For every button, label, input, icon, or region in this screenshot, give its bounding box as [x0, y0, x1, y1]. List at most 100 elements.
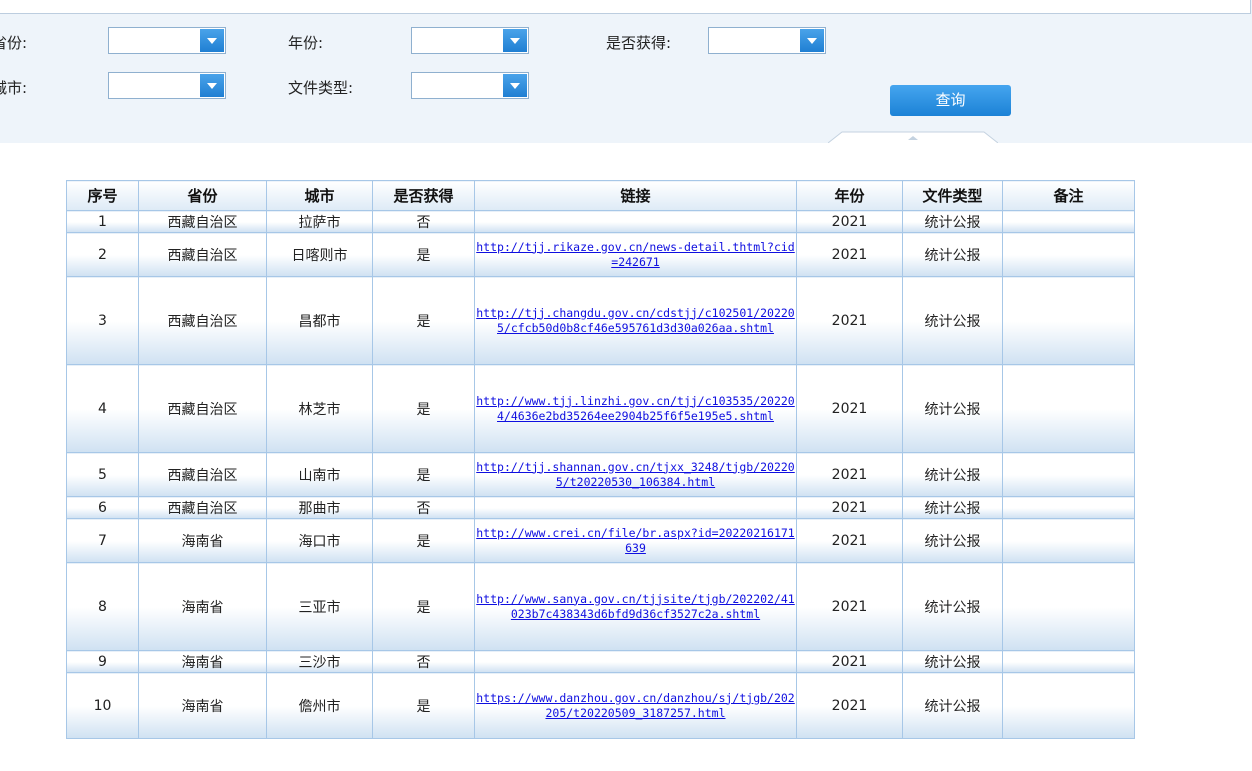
- header-province[interactable]: 省份: [138, 180, 267, 211]
- cell-obtained: 是: [372, 364, 475, 453]
- header-obtained[interactable]: 是否获得: [372, 180, 475, 211]
- cell-year: 2021: [796, 518, 903, 563]
- chevron-down-icon[interactable]: [200, 74, 224, 97]
- cell-obtained: 否: [372, 210, 475, 233]
- cell-link: [474, 210, 797, 233]
- cell-link: https://www.danzhou.gov.cn/danzhou/sj/tj…: [474, 672, 797, 739]
- filter-panel: 省份: 城市: 年份: 文件类型: 是否获得: 查询: [0, 0, 1252, 143]
- cell-note: [1002, 650, 1135, 673]
- cell-obtained: 是: [372, 276, 475, 365]
- query-button[interactable]: 查询: [890, 85, 1011, 116]
- cell-link: [474, 650, 797, 673]
- table-body: 1 西藏自治区 拉萨市否 2021 统计公报 2 西藏自治区 日喀则市是 http://tjj.…: [66, 210, 1135, 739]
- cell-no: 4: [66, 364, 139, 453]
- filetype-select[interactable]: [411, 72, 529, 99]
- obtained-label: 是否获得:: [606, 34, 672, 52]
- source-link[interactable]: http://tjj.shannan.gov.cn/tjxx_3248/tjgb…: [476, 460, 795, 490]
- cell-no: 7: [66, 518, 139, 563]
- chevron-down-icon[interactable]: [503, 74, 527, 97]
- cell-filetype: 统计公报: [902, 650, 1003, 673]
- cell-note: [1002, 496, 1135, 519]
- chevron-down-icon[interactable]: [503, 29, 527, 52]
- cell-province: 海南省: [138, 672, 267, 739]
- source-link[interactable]: https://www.danzhou.gov.cn/danzhou/sj/tj…: [476, 691, 795, 721]
- cell-province: 西藏自治区: [138, 210, 267, 233]
- cell-no: 1: [66, 210, 139, 233]
- cell-link: http://www.sanya.gov.cn/tjjsite/tjgb/202…: [474, 562, 797, 651]
- cell-filetype: 统计公报: [902, 518, 1003, 563]
- cell-province: 西藏自治区: [138, 364, 267, 453]
- cell-year: 2021: [796, 232, 903, 277]
- cell-city: 那曲市: [266, 496, 373, 519]
- cell-obtained: 是: [372, 562, 475, 651]
- table-row: 8 海南省 三亚市是 http://www.sanya.gov.cn/tjjsite/…: [66, 562, 1135, 651]
- cell-year: 2021: [796, 276, 903, 365]
- header-city[interactable]: 城市: [266, 180, 373, 211]
- cell-no: 8: [66, 562, 139, 651]
- cell-year: 2021: [796, 650, 903, 673]
- chevron-down-icon[interactable]: [200, 29, 224, 52]
- table-row: 7 海南省 海口市是 http://www.crei.cn/file/br.aspx?…: [66, 518, 1135, 563]
- cell-obtained: 是: [372, 452, 475, 497]
- table-row: 10 海南省 儋州市是 https://www.danzhou.gov.cn/danz…: [66, 672, 1135, 739]
- header-note[interactable]: 备注: [1002, 180, 1135, 211]
- cell-year: 2021: [796, 364, 903, 453]
- cell-no: 6: [66, 496, 139, 519]
- header-link[interactable]: 链接: [474, 180, 797, 211]
- table-row: 9 海南省 三沙市否 2021 统计公报: [66, 650, 1135, 673]
- cell-no: 10: [66, 672, 139, 739]
- table-row: 4 西藏自治区 林芝市是 http://www.tjj.linzhi.gov.cn/t…: [66, 364, 1135, 453]
- cell-province: 海南省: [138, 650, 267, 673]
- results-table: 序号 省份 城市 是否获得 链接 年份 文件类型 备注 1 西藏自治区 拉萨市否 20…: [66, 180, 1135, 739]
- cell-note: [1002, 562, 1135, 651]
- cell-note: [1002, 276, 1135, 365]
- source-link[interactable]: http://www.sanya.gov.cn/tjjsite/tjgb/202…: [476, 592, 795, 622]
- cell-note: [1002, 672, 1135, 739]
- cell-obtained: 是: [372, 232, 475, 277]
- cell-filetype: 统计公报: [902, 562, 1003, 651]
- cell-filetype: 统计公报: [902, 232, 1003, 277]
- cell-city: 拉萨市: [266, 210, 373, 233]
- header-no[interactable]: 序号: [66, 180, 139, 211]
- cell-note: [1002, 518, 1135, 563]
- cell-no: 3: [66, 276, 139, 365]
- cell-year: 2021: [796, 496, 903, 519]
- table-row: 3 西藏自治区 昌都市是 http://tjj.changdu.gov.cn/cdst…: [66, 276, 1135, 365]
- cell-obtained: 是: [372, 518, 475, 563]
- year-select[interactable]: [411, 27, 529, 54]
- province-select[interactable]: [108, 27, 226, 54]
- top-frame: [0, 0, 1251, 14]
- header-filetype[interactable]: 文件类型: [902, 180, 1003, 211]
- cell-no: 9: [66, 650, 139, 673]
- cell-year: 2021: [796, 210, 903, 233]
- cell-city: 日喀则市: [266, 232, 373, 277]
- cell-province: 西藏自治区: [138, 276, 267, 365]
- source-link[interactable]: http://tjj.rikaze.gov.cn/news-detail.tht…: [476, 240, 795, 270]
- table-row: 2 西藏自治区 日喀则市是 http://tjj.rikaze.gov.cn/news…: [66, 232, 1135, 277]
- cell-city: 山南市: [266, 452, 373, 497]
- obtained-select[interactable]: [708, 27, 826, 54]
- source-link[interactable]: http://tjj.changdu.gov.cn/cdstjj/c102501…: [476, 306, 795, 336]
- cell-note: [1002, 364, 1135, 453]
- cell-link: http://www.tjj.linzhi.gov.cn/tjj/c103535…: [474, 364, 797, 453]
- cell-city: 昌都市: [266, 276, 373, 365]
- cell-link: http://tjj.shannan.gov.cn/tjxx_3248/tjgb…: [474, 452, 797, 497]
- city-label: 城市:: [0, 79, 28, 97]
- collapse-panel-toggle[interactable]: [828, 130, 998, 143]
- cell-filetype: 统计公报: [902, 672, 1003, 739]
- table-row: 1 西藏自治区 拉萨市否 2021 统计公报: [66, 210, 1135, 233]
- cell-city: 三沙市: [266, 650, 373, 673]
- cell-link: http://tjj.rikaze.gov.cn/news-detail.tht…: [474, 232, 797, 277]
- source-link[interactable]: http://www.crei.cn/file/br.aspx?id=20220…: [476, 526, 795, 556]
- cell-year: 2021: [796, 562, 903, 651]
- header-year[interactable]: 年份: [796, 180, 903, 211]
- city-select[interactable]: [108, 72, 226, 99]
- cell-no: 2: [66, 232, 139, 277]
- cell-city: 林芝市: [266, 364, 373, 453]
- source-link[interactable]: http://www.tjj.linzhi.gov.cn/tjj/c103535…: [476, 394, 795, 424]
- chevron-down-icon[interactable]: [800, 29, 824, 52]
- cell-city: 儋州市: [266, 672, 373, 739]
- cell-city: 三亚市: [266, 562, 373, 651]
- cell-year: 2021: [796, 672, 903, 739]
- table-row: 6 西藏自治区 那曲市否 2021 统计公报: [66, 496, 1135, 519]
